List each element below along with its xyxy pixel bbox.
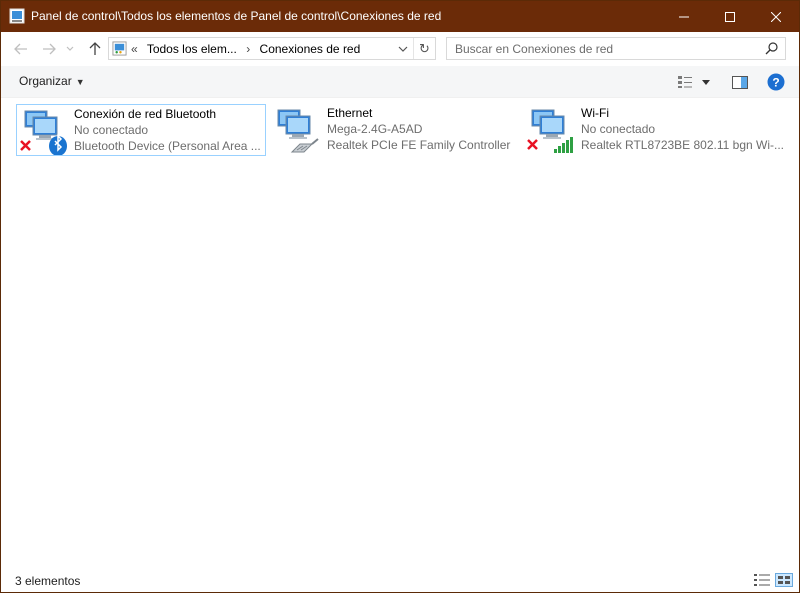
recent-locations-button[interactable] [63,38,77,60]
connection-name: Wi-Fi [581,106,609,120]
maximize-icon [725,11,735,22]
disconnected-x-icon [20,140,31,151]
help-button[interactable]: ? [766,73,786,91]
back-button[interactable] [11,38,31,60]
navigation-bar: « Todos los elem... › Conexiones de red … [1,32,799,66]
connection-item-ethernet[interactable]: Ethernet Mega-2.4G-A5AD Realtek PCIe FE … [270,104,520,156]
search-icon[interactable] [765,41,779,55]
view-options-icon [678,76,692,88]
connection-device: Realtek PCIe FE Family Controller [327,138,511,152]
item-count: 3 elementos [15,574,81,588]
control-panel-icon [9,8,25,24]
ethernet-network-icon [277,109,319,153]
title-bar[interactable]: Panel de control\Todos los elementos de … [1,1,799,32]
explorer-window: Panel de control\Todos los elementos de … [0,0,800,593]
view-dropdown-button[interactable] [698,73,714,91]
svg-text:?: ? [772,76,779,90]
refresh-icon: ↻ [419,40,430,56]
window-title: Panel de control\Todos los elementos de … [31,9,442,23]
preview-pane-button[interactable] [730,73,750,91]
search-placeholder: Buscar en Conexiones de red [455,42,614,56]
control-panel-icon [112,41,127,56]
help-icon: ? [767,73,785,91]
connection-item-bluetooth[interactable]: Conexión de red Bluetooth No conectado B… [16,104,266,156]
minimize-icon [679,16,689,17]
refresh-button[interactable]: ↻ [413,38,435,59]
status-bar: 3 elementos [1,568,799,592]
network-cable-icon [290,138,319,153]
command-bar: Organizar ▼ ? [1,66,799,98]
breadcrumb-overflow[interactable]: « [131,42,138,56]
file-list: Conexión de red Bluetooth No conectado B… [1,98,799,568]
large-icons-view-icon[interactable] [775,573,793,587]
chevron-down-icon: ▼ [75,77,85,87]
breadcrumb-item[interactable]: Todos los elem... [147,42,237,56]
chevron-down-icon [66,46,74,51]
breadcrumb-separator-icon[interactable]: › [246,42,250,56]
change-view-button[interactable] [675,73,695,91]
details-view-icon[interactable] [753,573,771,587]
disconnected-x-icon [527,139,538,150]
connection-name: Conexión de red Bluetooth [74,107,217,121]
connection-status: Mega-2.4G-A5AD [327,122,423,136]
chevron-down-icon [702,79,710,85]
connection-name: Ethernet [327,106,373,120]
connection-device: Realtek RTL8723BE 802.11 bgn Wi-... [581,138,785,152]
forward-arrow-icon [43,43,56,55]
minimize-button[interactable] [661,1,707,32]
maximize-button[interactable] [707,1,753,32]
connection-status: No conectado [581,122,656,136]
close-button[interactable] [753,1,799,32]
preview-pane-icon [732,75,748,89]
bluetooth-network-icon [20,110,67,155]
connection-item-wifi[interactable]: Wi-Fi No conectado Realtek RTL8723BE 802… [524,104,784,156]
organize-label: Organizar [19,74,72,88]
connection-status: No conectado [74,123,149,137]
address-dropdown-icon[interactable] [394,42,412,57]
up-button[interactable] [85,38,105,60]
breadcrumb-item-current[interactable]: Conexiones de red [260,42,361,56]
forward-button[interactable] [39,38,59,60]
back-arrow-icon [14,43,27,55]
organize-button[interactable]: Organizar ▼ [19,74,85,88]
address-bar[interactable]: « Todos los elem... › Conexiones de red … [108,37,436,60]
close-icon [771,11,781,22]
breadcrumb: « Todos los elem... › Conexiones de red [131,42,366,56]
signal-bars-icon [554,137,573,153]
connection-device: Bluetooth Device (Personal Area ... [74,139,261,153]
search-box[interactable]: Buscar en Conexiones de red [446,37,786,60]
wifi-network-icon [527,109,573,153]
up-arrow-icon [89,42,101,55]
